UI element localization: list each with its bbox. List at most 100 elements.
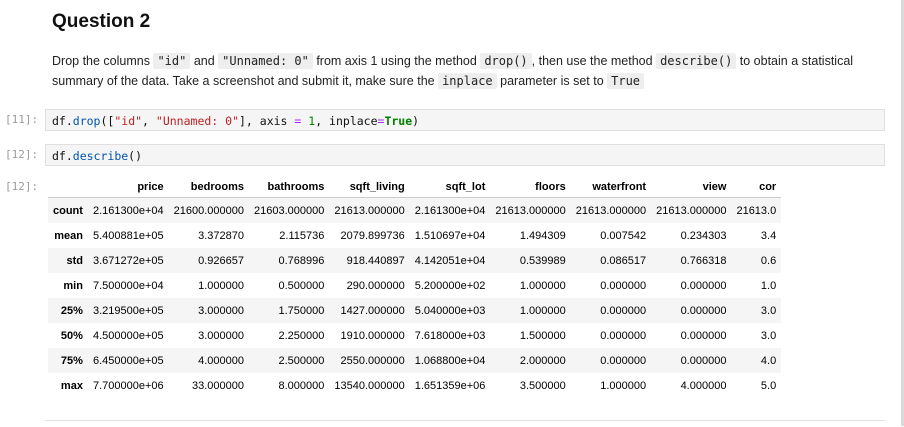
cell-prompt: [12]: (5, 148, 39, 161)
inline-code: "id" (153, 53, 191, 69)
table-cell: 21613.000000 (495, 204, 566, 217)
table-cell: 0.000000 (680, 354, 727, 367)
inline-code: "Unnamed: 0" (218, 53, 313, 69)
table-cell: 21600.000000 (173, 204, 244, 217)
table-cell: 0.766318 (680, 254, 727, 267)
table-cell: 3.671272e+05 (92, 254, 164, 267)
table-cell: 7.500000e+04 (92, 279, 164, 292)
table-cell: 4.000000 (680, 379, 727, 392)
table-cell: 1.494309 (519, 229, 566, 242)
table-cell: 0.6 (760, 254, 777, 267)
inline-code: True (607, 73, 645, 89)
column-header: sqft_living (329, 176, 410, 198)
table-cell: 3.372870 (198, 229, 244, 242)
table-row: 50% 4.500000e+05 3.000000 2.250000 1910.0000… (48, 323, 781, 348)
output-prompt: [12]: (5, 180, 39, 193)
row-label: 25% (60, 304, 83, 317)
row-label: std (66, 254, 83, 267)
table-cell: 13540.000000 (334, 379, 405, 392)
table-cell: 0.000000 (600, 329, 647, 342)
table-cell: 290.000000 (346, 279, 405, 292)
table-cell: 1.0 (760, 279, 777, 292)
table-row: std 3.671272e+05 0.926657 0.768996 918.44089… (48, 248, 782, 273)
column-header: floors (490, 176, 571, 198)
table-row: min 7.500000e+04 1.000000 0.500000 290.00000… (48, 273, 781, 298)
table-cell: 1.750000 (278, 304, 325, 317)
table-cell: 21603.000000 (253, 204, 325, 217)
column-header: sqft_lot (409, 176, 491, 198)
column-header: view (651, 176, 732, 198)
table-cell: 0.768996 (278, 254, 325, 267)
table-cell: 21613.000000 (656, 204, 727, 217)
table-cell: 21613.0 (736, 204, 777, 217)
question-heading: Question 2 (52, 11, 151, 32)
table-cell: 3.000000 (198, 304, 244, 317)
table-cell: 4.500000e+05 (92, 329, 164, 342)
table-cell: 5.040000e+03 (414, 304, 486, 317)
table-cell: 1.000000 (519, 304, 566, 317)
table-cell: 0.000000 (600, 354, 647, 367)
table-cell: 2.500000 (278, 354, 325, 367)
column-header: waterfront (570, 176, 652, 198)
cell-prompt: [11]: (5, 113, 39, 126)
row-label: min (63, 279, 83, 292)
table-cell: 21613.000000 (334, 204, 405, 217)
column-header: cor (731, 176, 782, 198)
table-header-row: price bedrooms bathrooms sqft_living sqf… (48, 176, 782, 198)
table-cell: 0.926657 (198, 254, 244, 267)
table-cell: 8.000000 (278, 379, 325, 392)
table-cell: 4.142051e+04 (414, 254, 486, 267)
table-cell: 0.000000 (600, 304, 647, 317)
table-cell: 0.539989 (519, 254, 566, 267)
table-cell: 33.000000 (191, 379, 244, 392)
table-cell: 0.086517 (600, 254, 647, 267)
table-cell: 1.000000 (198, 279, 244, 292)
row-label: mean (54, 229, 83, 242)
table-row: 75% 6.450000e+05 4.000000 2.500000 2550.0000… (48, 348, 782, 373)
code-cell-drop[interactable]: df.drop(["id", "Unnamed: 0"], axis = 1, … (45, 109, 885, 131)
inline-code: drop() (480, 53, 532, 69)
table-cell: 1.000000 (600, 379, 647, 392)
table-row: 25% 3.219500e+05 3.000000 1.750000 1427.0000… (48, 298, 782, 323)
table-cell: 1.510697e+04 (414, 229, 486, 242)
table-cell: 1427.000000 (340, 304, 405, 317)
table-cell: 1910.000000 (340, 329, 405, 342)
table-cell: 4.000000 (198, 354, 244, 367)
table-cell: 0.000000 (680, 329, 727, 342)
table-cell: 3.4 (760, 229, 777, 242)
table-cell: 5.200000e+02 (414, 279, 486, 292)
table-cell: 0.000000 (600, 279, 647, 292)
column-header: bathrooms (248, 176, 330, 198)
table-cell: 1.000000 (519, 279, 566, 292)
table-cell: 5.0 (760, 379, 777, 392)
row-label: count (53, 204, 83, 217)
table-cell: 6.450000e+05 (92, 354, 164, 367)
table-cell: 3.000000 (198, 329, 244, 342)
table-cell: 2550.000000 (340, 354, 405, 367)
table-cell: 7.700000e+06 (92, 379, 164, 392)
table-cell: 1.068800e+04 (414, 354, 486, 367)
code-cell-describe[interactable]: df.describe() (45, 144, 885, 166)
column-header: price (87, 176, 169, 198)
table-row: mean 5.400881e+05 3.372870 2.115736 2079.899… (48, 223, 781, 248)
table-cell: 1.651359e+06 (414, 379, 486, 392)
table-cell: 3.500000 (519, 379, 566, 392)
table-cell: 0.234303 (680, 229, 727, 242)
table-cell: 0.007542 (600, 229, 647, 242)
table-cell: 5.400881e+05 (92, 229, 164, 242)
row-label: 50% (60, 329, 83, 342)
table-cell: 3.0 (760, 329, 777, 342)
table-cell: 2.115736 (279, 229, 325, 242)
column-header: bedrooms (168, 176, 249, 198)
table-cell: 2079.899736 (340, 229, 405, 242)
table-cell: 0.000000 (680, 279, 727, 292)
column-header (48, 176, 88, 198)
table-cell: 2.000000 (519, 354, 566, 367)
table-cell: 4.0 (760, 354, 777, 367)
table-cell: 21613.000000 (575, 204, 647, 217)
row-label: max (60, 379, 83, 392)
table-cell: 918.440897 (346, 254, 405, 267)
table-cell: 7.618000e+03 (414, 329, 486, 342)
describe-output-table: price bedrooms bathrooms sqft_living sqf… (48, 176, 782, 398)
table-cell: 2.161300e+04 (414, 204, 486, 217)
